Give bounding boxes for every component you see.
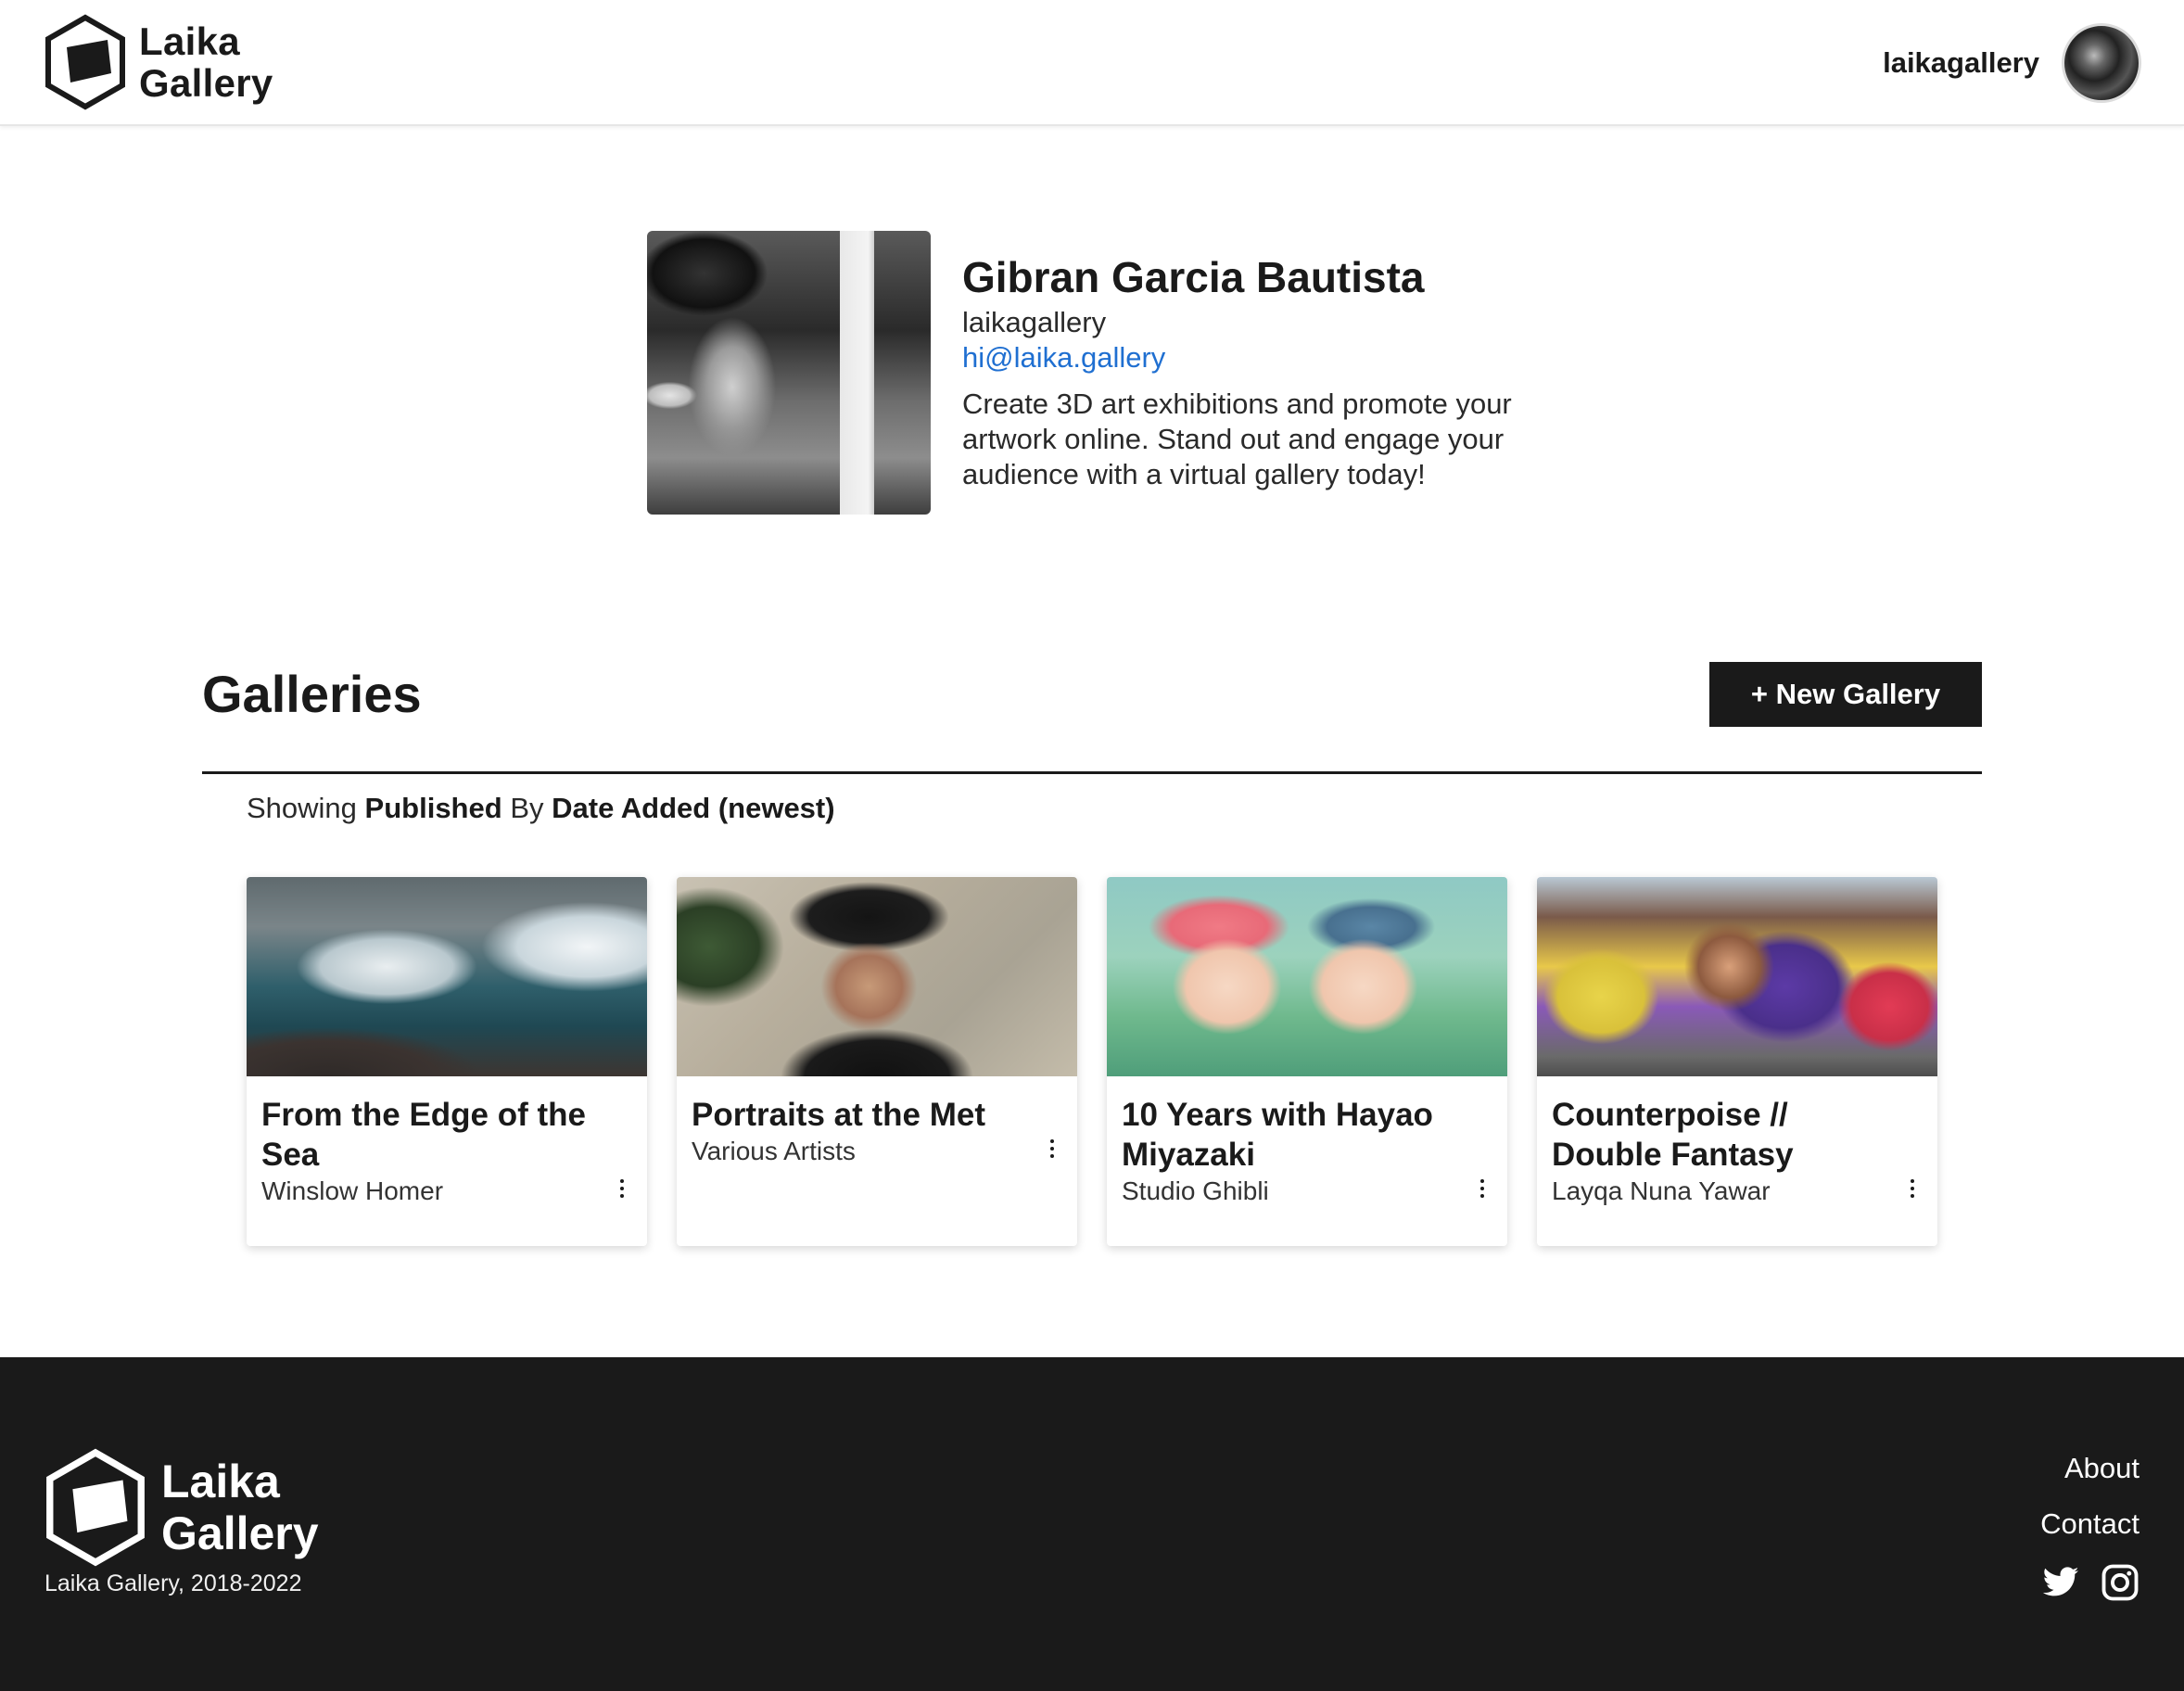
more-options-icon[interactable] (612, 1175, 632, 1202)
profile-section: Gibran Garcia Bautista laikagallery hi@l… (647, 231, 1537, 515)
gallery-card-grid: From the Edge of the Sea Winslow Homer P… (247, 877, 1937, 1246)
laika-logo-icon (45, 14, 125, 110)
gallery-card-title[interactable]: Portraits at the Met (692, 1095, 1044, 1135)
gallery-card-thumbnail[interactable] (1107, 877, 1507, 1076)
instagram-icon[interactable] (2101, 1563, 2140, 1602)
gallery-card[interactable]: Counterpoise // Double Fantasy Layqa Nun… (1537, 877, 1937, 1246)
gallery-card-body: 10 Years with Hayao Miyazaki Studio Ghib… (1107, 1076, 1507, 1208)
profile-name: Gibran Garcia Bautista (962, 253, 1425, 301)
footer-copyright: Laika Gallery, 2018-2022 (44, 1570, 302, 1596)
filter-sort[interactable]: Date Added (newest) (552, 792, 834, 824)
site-footer: Laika Gallery Laika Gallery, 2018-2022 A… (0, 1357, 2184, 1691)
footer-link-about[interactable]: About (2040, 1450, 2140, 1487)
gallery-card-thumbnail[interactable] (677, 877, 1077, 1076)
gallery-card-subtitle: Layqa Nuna Yawar (1552, 1176, 1771, 1205)
header-username[interactable]: laikagallery (1883, 46, 2039, 80)
logo-line-2: Gallery (161, 1507, 319, 1559)
header-user-menu[interactable]: laikagallery (1883, 22, 2141, 104)
gallery-card[interactable]: From the Edge of the Sea Winslow Homer (247, 877, 647, 1246)
gallery-card[interactable]: 10 Years with Hayao Miyazaki Studio Ghib… (1107, 877, 1507, 1246)
gallery-card-body: From the Edge of the Sea Winslow Homer (247, 1076, 647, 1208)
gallery-card-body: Counterpoise // Double Fantasy Layqa Nun… (1537, 1076, 1937, 1208)
gallery-card-subtitle: Various Artists (692, 1137, 856, 1165)
top-header: Laika Gallery laikagallery (0, 0, 2184, 126)
filter-status[interactable]: Published (365, 792, 502, 824)
header-logo-text: Laika Gallery (139, 20, 273, 104)
logo-line-2: Gallery (139, 61, 273, 105)
more-options-icon[interactable] (1902, 1175, 1923, 1202)
logo-line-1: Laika (161, 1456, 280, 1507)
profile-handle: laikagallery (962, 306, 1107, 338)
gallery-card-thumbnail[interactable] (1537, 877, 1937, 1076)
profile-bio: Create 3D art exhibitions and promote yo… (962, 388, 1512, 490)
laika-logo-icon (46, 1448, 145, 1567)
gallery-card[interactable]: Portraits at the Met Various Artists (677, 877, 1077, 1246)
gallery-filter-summary: Showing Published By Date Added (newest) (247, 790, 835, 827)
more-options-icon[interactable] (1042, 1135, 1062, 1163)
footer-logo-text: Laika Gallery (161, 1456, 319, 1559)
more-options-icon[interactable] (1472, 1175, 1492, 1202)
profile-info: Gibran Garcia Bautista laikagallery hi@l… (962, 249, 1537, 492)
profile-photo (647, 231, 931, 515)
gallery-card-thumbnail[interactable] (247, 877, 647, 1076)
twitter-icon[interactable] (2041, 1563, 2080, 1602)
user-avatar[interactable] (2062, 23, 2141, 103)
section-divider (202, 771, 1982, 774)
footer-nav: About Contact (2040, 1450, 2140, 1561)
gallery-card-subtitle: Winslow Homer (261, 1176, 444, 1205)
gallery-card-body: Portraits at the Met Various Artists (677, 1076, 1077, 1168)
new-gallery-button[interactable]: + New Gallery (1709, 662, 1982, 727)
footer-logo[interactable]: Laika Gallery (43, 1448, 319, 1567)
logo-line-1: Laika (139, 19, 240, 63)
galleries-heading: Galleries (202, 665, 422, 723)
gallery-card-subtitle: Studio Ghibli (1122, 1176, 1269, 1205)
filter-prefix: Showing (247, 792, 357, 824)
gallery-card-title[interactable]: 10 Years with Hayao Miyazaki (1122, 1095, 1474, 1175)
gallery-card-title[interactable]: From the Edge of the Sea (261, 1095, 614, 1175)
gallery-card-title[interactable]: Counterpoise // Double Fantasy (1552, 1095, 1904, 1175)
footer-link-contact[interactable]: Contact (2040, 1506, 2140, 1543)
footer-social-links (2041, 1563, 2140, 1602)
profile-email-link[interactable]: hi@laika.gallery (962, 340, 1537, 375)
header-logo[interactable]: Laika Gallery (43, 14, 273, 110)
filter-by: By (510, 792, 544, 824)
